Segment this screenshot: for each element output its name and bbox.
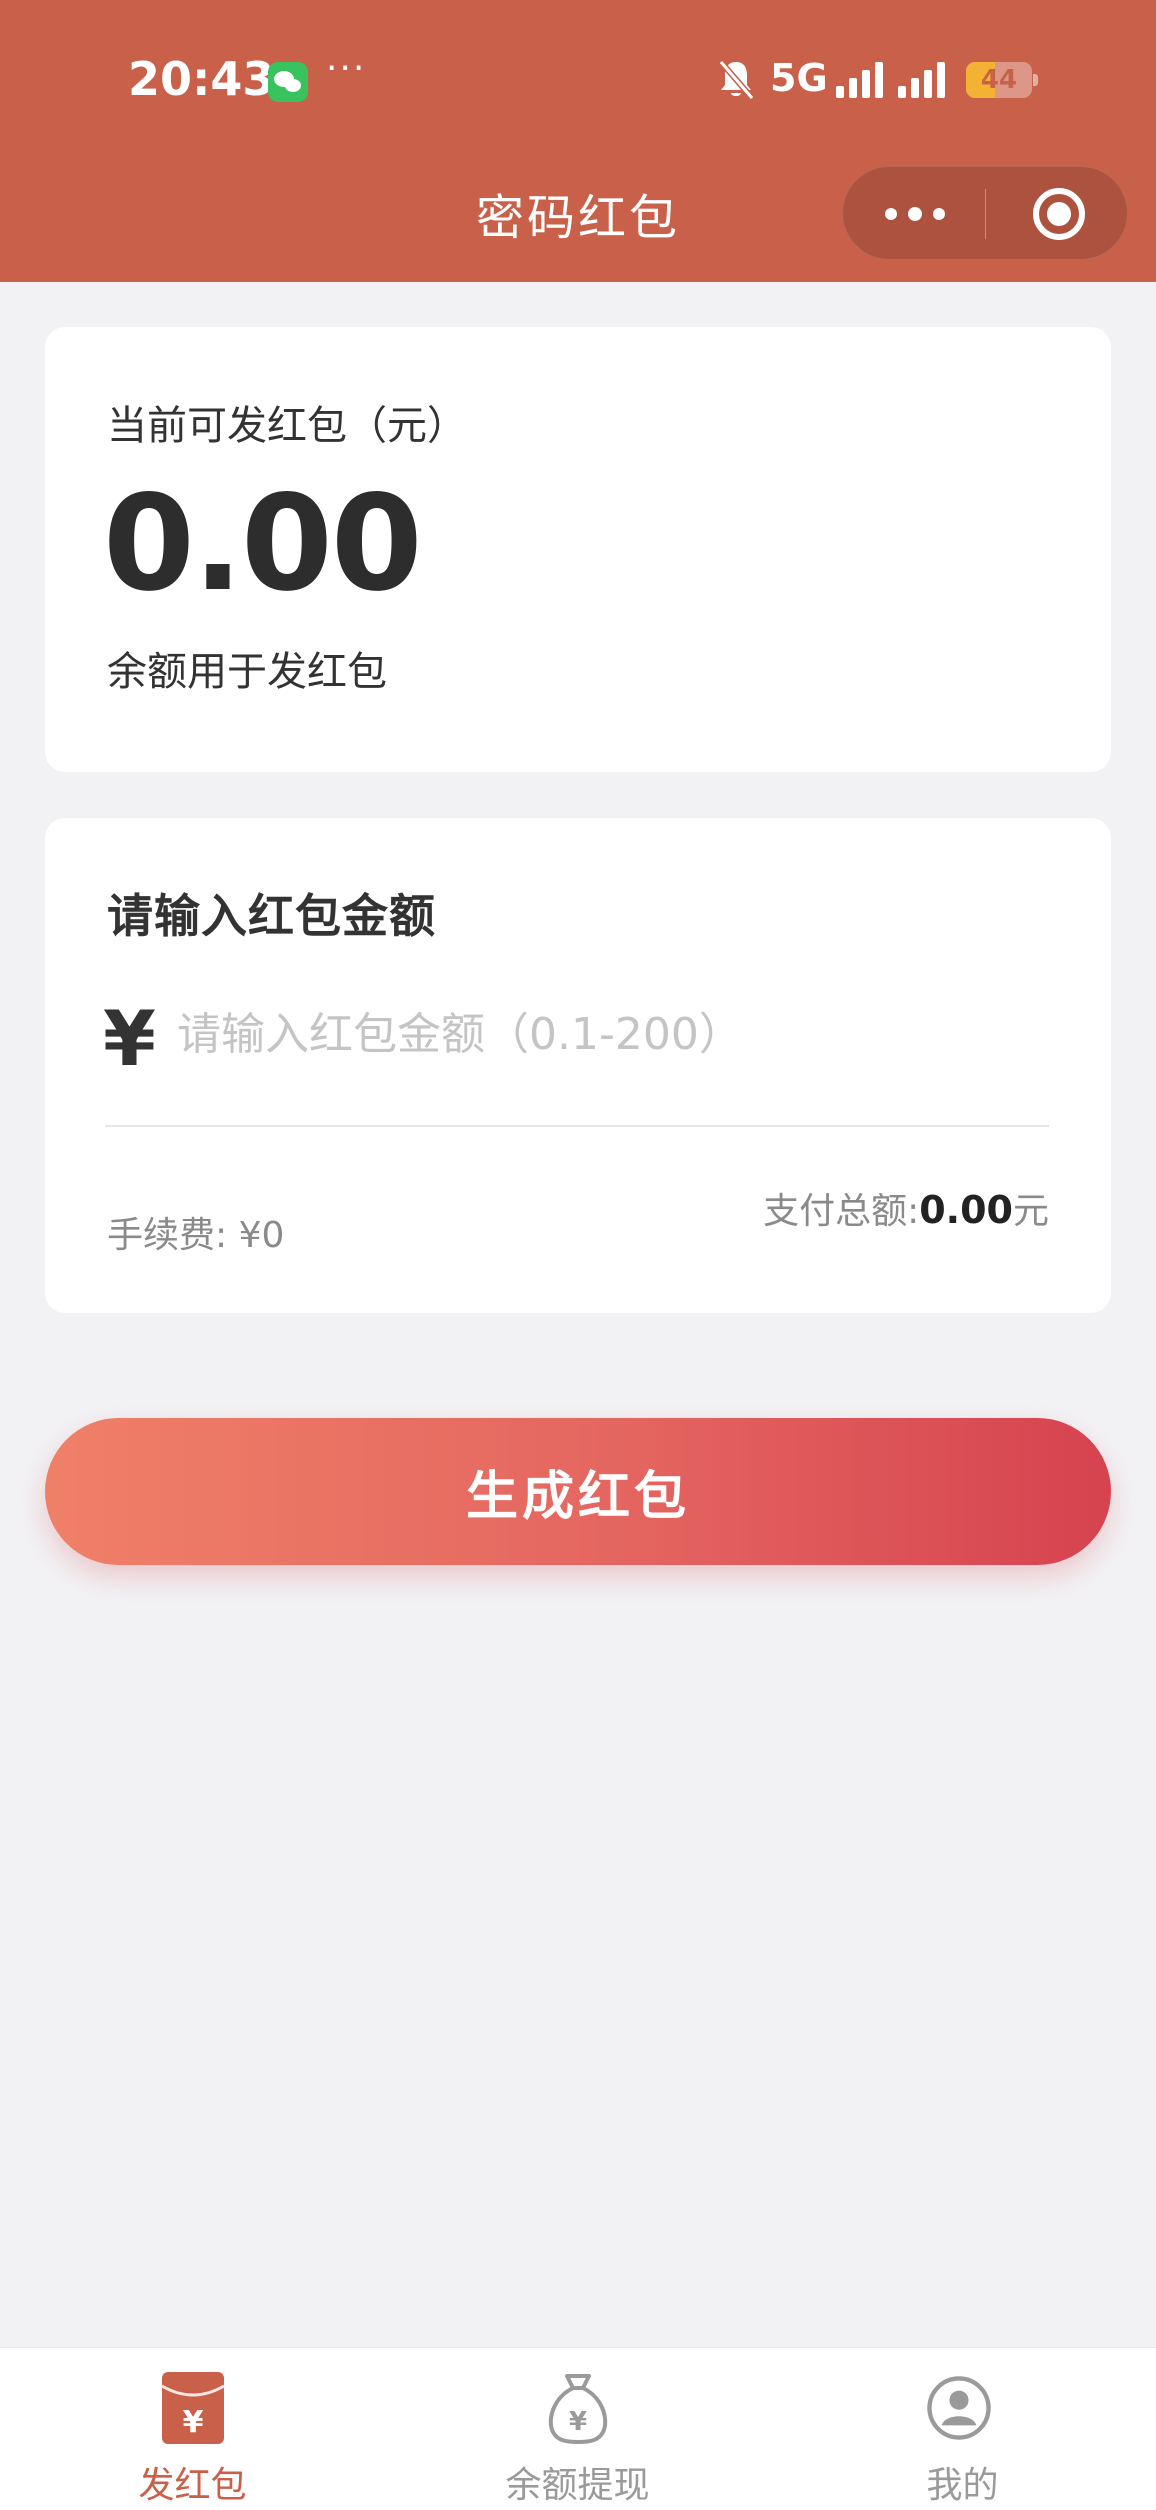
total-value: 0.00 — [919, 1188, 1013, 1232]
svg-text:¥: ¥ — [183, 2405, 204, 2440]
tab-label: 发红包 — [138, 2465, 247, 2506]
total-unit: 元 — [1012, 1191, 1049, 1232]
wechat-icon — [268, 62, 308, 102]
signal-icon — [898, 62, 945, 98]
tab-label: 余额提现 — [505, 2465, 650, 2506]
tab-mine[interactable]: 我的 — [770, 2348, 1155, 2510]
miniprogram-capsule — [842, 166, 1128, 260]
network-label: 5G — [770, 56, 828, 100]
balance-card: 当前可发红包（元） 0.00 余额用于发红包 — [45, 327, 1111, 772]
user-icon — [927, 2376, 991, 2440]
tab-withdraw[interactable]: ¥ 余额提现 — [385, 2348, 770, 2510]
input-underline — [105, 1125, 1049, 1127]
more-icon[interactable] — [843, 167, 985, 261]
yen-icon: ¥ — [103, 994, 156, 1083]
status-dots: ··· — [326, 48, 367, 89]
money-bag-icon: ¥ — [548, 2374, 608, 2444]
red-envelope-icon: ¥ — [161, 2372, 225, 2444]
bell-off-icon — [718, 60, 755, 100]
total-amount: 支付总额:0.00元 — [763, 1182, 1049, 1234]
header: 20:43 ··· 5G 44 密码红包 — [0, 0, 1156, 282]
amount-card: 请输入红包金额 ¥ 手续费: ¥0 支付总额:0.00元 — [45, 818, 1111, 1313]
fee-text: 手续费: ¥0 — [107, 1215, 285, 1256]
tab-send-red-envelope[interactable]: ¥ 发红包 — [0, 2348, 385, 2510]
battery-icon: 44 — [966, 62, 1038, 98]
balance-note: 余额用于发红包 — [107, 649, 387, 695]
battery-label: 44 — [980, 65, 1018, 95]
svg-text:¥: ¥ — [569, 2407, 587, 2437]
balance-label: 当前可发红包（元） — [107, 403, 467, 449]
tab-label: 我的 — [926, 2465, 999, 2506]
balance-value: 0.00 — [103, 467, 423, 621]
screen: 20:43 ··· 5G 44 密码红包 当前可发红包（元） 0.00 余额用于… — [0, 0, 1156, 2510]
signal-icon — [836, 62, 883, 98]
generate-red-envelope-button[interactable]: 生成红包 — [45, 1418, 1111, 1565]
status-time: 20:43 — [128, 52, 275, 106]
close-miniprogram-icon[interactable] — [1033, 188, 1085, 240]
amount-input[interactable] — [177, 994, 1077, 1074]
total-label: 支付总额: — [763, 1191, 920, 1232]
capsule-divider — [985, 189, 986, 239]
amount-title: 请输入红包金额 — [107, 889, 436, 943]
tab-bar: ¥ 发红包 ¥ 余额提现 我的 — [0, 2347, 1156, 2510]
